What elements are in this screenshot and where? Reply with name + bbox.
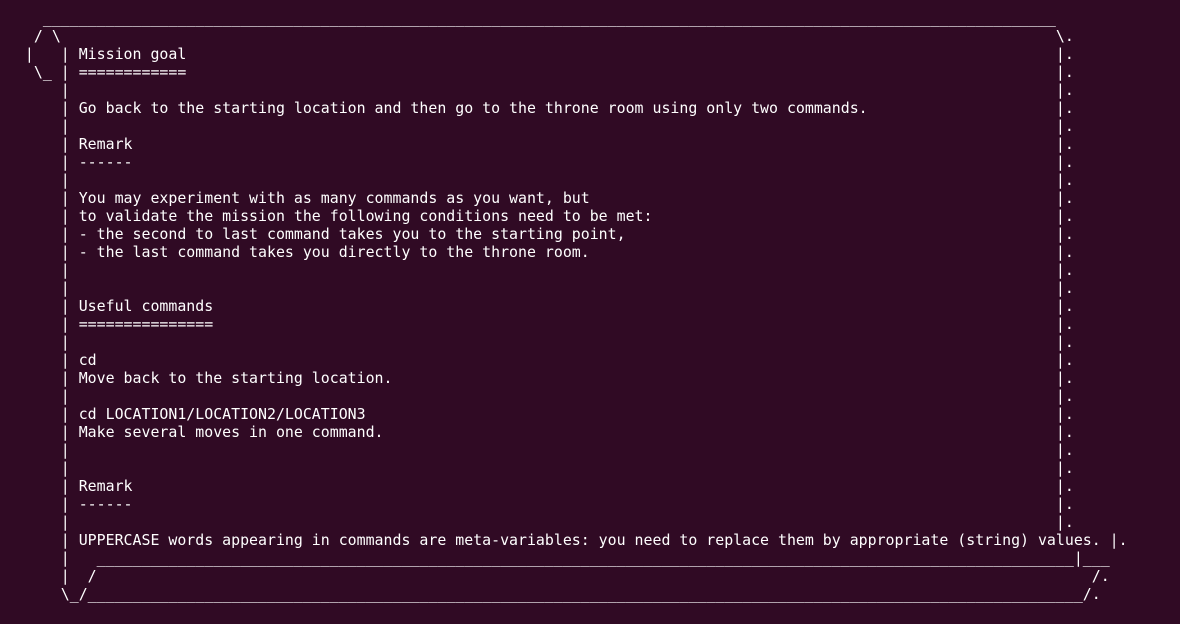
condition-item: | - the last command takes you directly … [7,243,1074,261]
blank-line: | |. [7,81,1074,99]
remark-underline: | ------ |. [7,153,1074,171]
blank-line: | |. [7,171,1074,189]
scroll-border-bottom-curl: | / /. [7,567,1110,585]
blank-line: | |. [7,387,1074,405]
scroll-border-bottom: | ______________________________________… [7,549,1110,567]
command-description: | Make several moves in one command. |. [7,423,1074,441]
blank-line: | |. [7,441,1074,459]
blank-line: | |. [7,513,1074,531]
scroll-border-bottom-edge: \_/_____________________________________… [7,585,1101,603]
blank-line: | |. [7,459,1074,477]
blank-line: | |. [7,117,1074,135]
blank-line: | |. [7,261,1074,279]
remark-underline: | ------ |. [7,495,1074,513]
terminal-window[interactable]: ________________________________________… [0,0,1180,624]
mission-goal-text: | Go back to the starting location and t… [7,99,1074,117]
scroll-border-top-curl: / \ \. [7,27,1074,45]
remark-text-line: | UPPERCASE words appearing in commands … [7,531,1128,549]
useful-commands-underline: | =============== |. [7,315,1074,333]
command-description: | Move back to the starting location. |. [7,369,1074,387]
remark-text-line: | You may experiment with as many comman… [7,189,1074,207]
remark-heading: | Remark |. [7,477,1074,495]
command-syntax: | cd LOCATION1/LOCATION2/LOCATION3 |. [7,405,1074,423]
remark-text-line: | to validate the mission the following … [7,207,1074,225]
blank-line: | |. [7,333,1074,351]
useful-commands-heading: | Useful commands |. [7,297,1074,315]
mission-goal-heading: | | Mission goal |. [7,45,1074,63]
command-syntax: | cd |. [7,351,1074,369]
mission-goal-underline: \_ | ============ |. [7,63,1074,81]
blank-line: | |. [7,279,1074,297]
scroll-border-top: ________________________________________… [7,9,1056,27]
remark-heading: | Remark |. [7,135,1074,153]
condition-item: | - the second to last command takes you… [7,225,1074,243]
